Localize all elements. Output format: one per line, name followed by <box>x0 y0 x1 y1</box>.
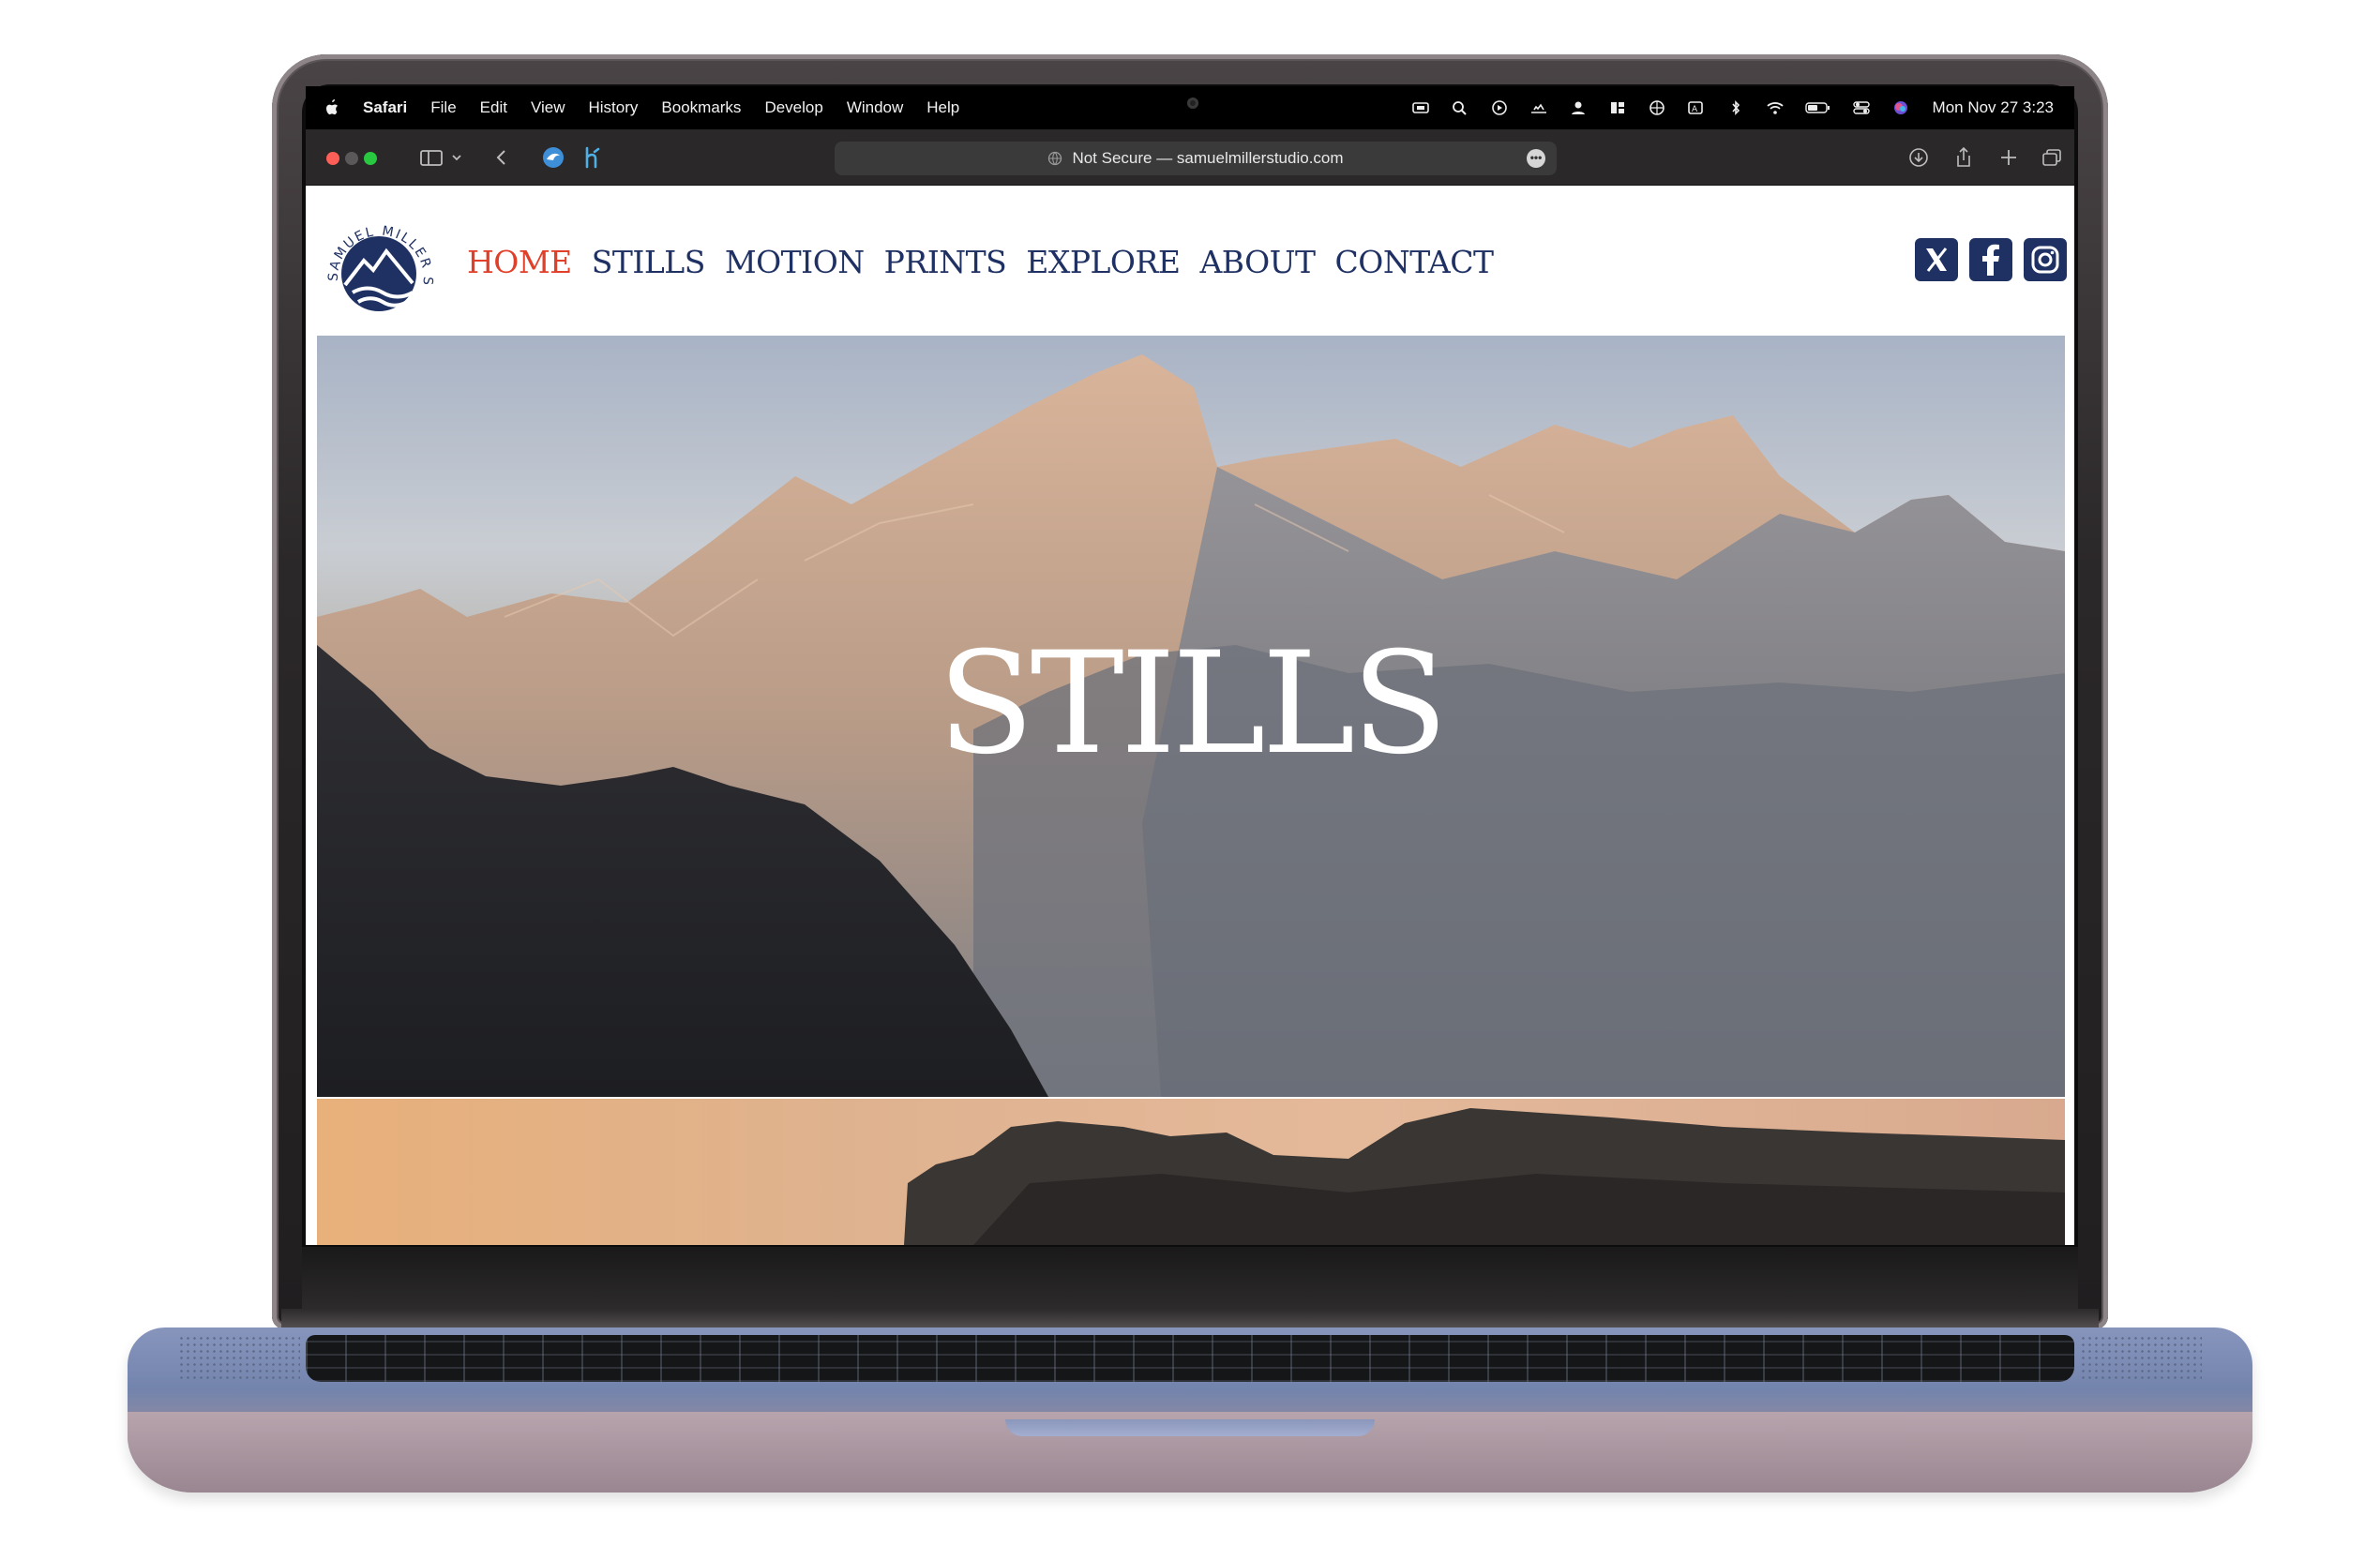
speaker-grille-right <box>2080 1335 2202 1382</box>
apple-menu-icon[interactable] <box>324 98 339 117</box>
instagram-icon[interactable] <box>2024 238 2067 281</box>
weather-icon[interactable] <box>1529 100 1548 115</box>
downloads-icon[interactable] <box>1907 144 1930 171</box>
menu-bookmarks[interactable]: Bookmarks <box>661 98 741 117</box>
menu-app-name[interactable]: Safari <box>363 98 407 117</box>
page-menu-icon[interactable]: ••• <box>1527 149 1545 168</box>
menu-file[interactable]: File <box>430 98 456 117</box>
second-photo-preview <box>317 1099 2065 1245</box>
keyboard-input-icon[interactable]: A <box>1687 100 1706 115</box>
screen-chin <box>302 1247 2078 1314</box>
menu-edit[interactable]: Edit <box>480 98 507 117</box>
wifi-icon[interactable] <box>1766 100 1785 115</box>
share-icon[interactable] <box>1952 144 1975 171</box>
close-window-button[interactable] <box>326 152 339 165</box>
facebook-icon[interactable] <box>1969 238 2012 281</box>
main-nav: HOME STILLS MOTION PRINTS EXPLORE ABOUT … <box>467 244 1514 280</box>
extension-icon[interactable] <box>540 144 566 171</box>
screen-mirroring-icon[interactable] <box>1411 100 1430 115</box>
nav-contact[interactable]: CONTACT <box>1335 244 1494 280</box>
hero-title: STILLS <box>937 622 1448 786</box>
menu-history[interactable]: History <box>589 98 639 117</box>
nav-prints[interactable]: PRINTS <box>884 244 1007 280</box>
menu-bar: Safari File Edit View History Bookmarks … <box>306 86 2074 129</box>
spotlight-search-icon[interactable] <box>1451 100 1469 115</box>
svg-text:A: A <box>1692 105 1698 114</box>
nav-about[interactable]: ABOUT <box>1199 244 1316 280</box>
user-icon[interactable] <box>1569 100 1588 115</box>
new-tab-icon[interactable] <box>1997 144 2020 171</box>
tab-overview-icon[interactable] <box>2041 144 2065 171</box>
x-icon[interactable] <box>1915 238 1958 281</box>
menu-window[interactable]: Window <box>847 98 903 117</box>
camera-icon <box>1187 98 1198 109</box>
honey-extension-icon[interactable] <box>580 144 606 171</box>
browser-toolbar: Not Secure — samuelmillerstudio.com ••• <box>306 129 2074 186</box>
play-icon[interactable] <box>1490 100 1509 115</box>
globe-icon[interactable] <box>1648 100 1666 115</box>
nav-motion[interactable]: MOTION <box>725 244 865 280</box>
camera-notch <box>1086 86 1300 129</box>
control-center-icon[interactable] <box>1852 100 1871 115</box>
keyboard <box>306 1335 2074 1382</box>
web-page: SAMUEL MILLER STUDIO. HOME STILLS MOTION… <box>306 186 2074 1245</box>
sidebar-toggle-icon[interactable] <box>418 144 444 171</box>
siri-icon[interactable] <box>1891 100 1910 115</box>
hero-banner: STILLS <box>317 336 2065 1097</box>
nav-home[interactable]: HOME <box>467 244 572 280</box>
chevron-down-icon[interactable] <box>448 144 465 171</box>
address-bar[interactable]: Not Secure — samuelmillerstudio.com ••• <box>835 142 1557 175</box>
minimize-window-button[interactable] <box>345 152 358 165</box>
zoom-window-button[interactable] <box>364 152 377 165</box>
screen: Safari File Edit View History Bookmarks … <box>306 86 2074 1245</box>
speaker-grille-left <box>178 1335 300 1382</box>
menu-clock[interactable]: Mon Nov 27 3:23 <box>1933 98 2054 117</box>
menu-develop[interactable]: Develop <box>764 98 822 117</box>
battery-icon[interactable] <box>1804 100 1831 115</box>
studio-logo[interactable]: SAMUEL MILLER STUDIO. <box>313 197 439 328</box>
globe-icon <box>1048 151 1062 166</box>
back-button[interactable] <box>491 144 512 171</box>
menu-help[interactable]: Help <box>926 98 959 117</box>
trackpad-notch <box>1005 1419 1375 1436</box>
stage-manager-icon[interactable] <box>1608 100 1627 115</box>
menu-view[interactable]: View <box>531 98 565 117</box>
bluetooth-icon[interactable] <box>1726 100 1745 115</box>
url-text: Not Secure — samuelmillerstudio.com <box>1072 149 1344 167</box>
nav-stills[interactable]: STILLS <box>592 244 706 280</box>
nav-explore[interactable]: EXPLORE <box>1026 244 1181 280</box>
